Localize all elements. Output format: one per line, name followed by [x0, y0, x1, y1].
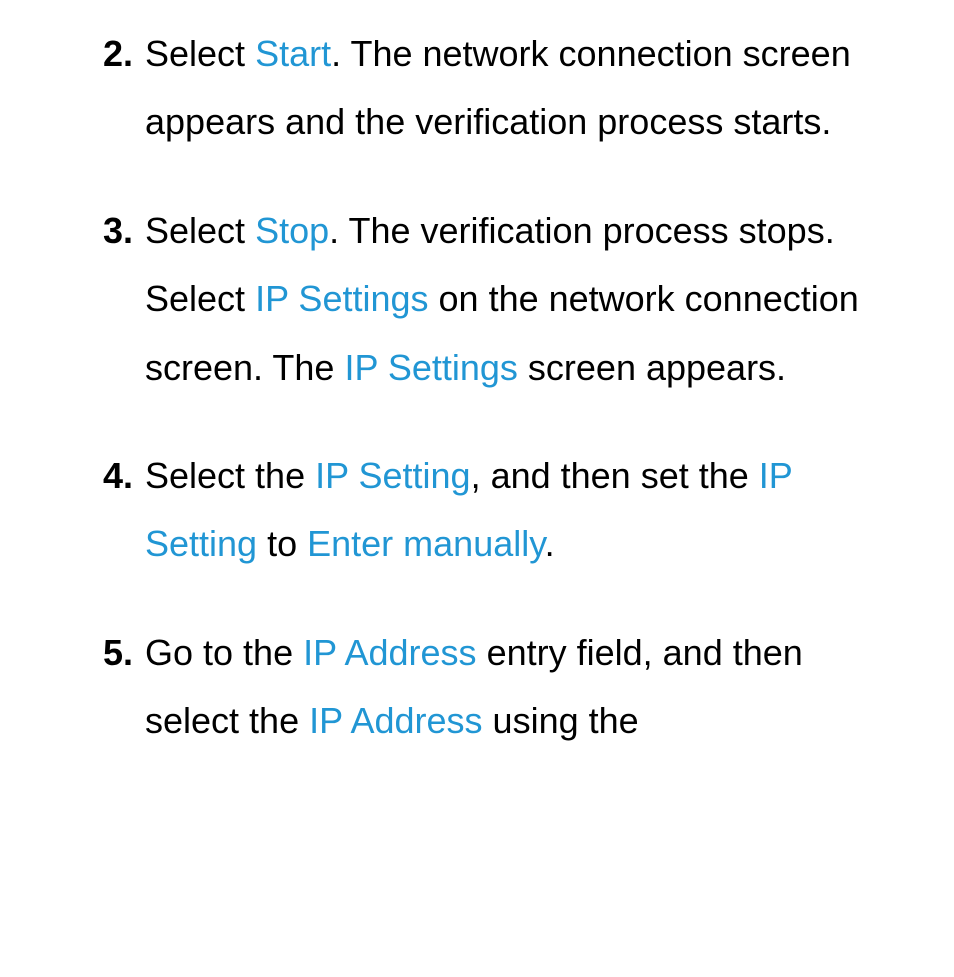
- text-run: Go to the: [145, 632, 303, 673]
- highlighted-term: IP Address: [303, 632, 476, 673]
- instruction-item: 2.Select Start. The network connection s…: [0, 20, 894, 157]
- highlighted-term: Start: [255, 33, 331, 74]
- instruction-item: 3.Select Stop. The verification process …: [0, 197, 894, 402]
- text-run: to: [257, 523, 307, 564]
- text-run: using the: [483, 700, 639, 741]
- item-content: Select Stop. The verification process st…: [145, 197, 894, 402]
- highlighted-term: IP Setting: [315, 455, 470, 496]
- instruction-item: 4.Select the IP Setting, and then set th…: [0, 442, 894, 579]
- highlighted-term: Enter manually: [307, 523, 544, 564]
- text-run: , and then set the: [471, 455, 759, 496]
- text-run: .: [545, 523, 555, 564]
- highlighted-term: Stop: [255, 210, 329, 251]
- item-content: Select the IP Setting, and then set the …: [145, 442, 894, 579]
- item-number: 3.: [0, 197, 145, 402]
- item-number: 4.: [0, 442, 145, 579]
- highlighted-term: IP Settings: [344, 347, 517, 388]
- text-run: Select: [145, 210, 255, 251]
- instruction-list: 2.Select Start. The network connection s…: [0, 20, 894, 756]
- item-content: Select Start. The network connection scr…: [145, 20, 894, 157]
- text-run: screen appears.: [518, 347, 786, 388]
- text-run: Select: [145, 33, 255, 74]
- item-content: Go to the IP Address entry field, and th…: [145, 619, 894, 756]
- text-run: Select the: [145, 455, 315, 496]
- item-number: 5.: [0, 619, 145, 756]
- highlighted-term: IP Settings: [255, 278, 428, 319]
- item-number: 2.: [0, 20, 145, 157]
- highlighted-term: IP Address: [309, 700, 482, 741]
- instruction-item: 5.Go to the IP Address entry field, and …: [0, 619, 894, 756]
